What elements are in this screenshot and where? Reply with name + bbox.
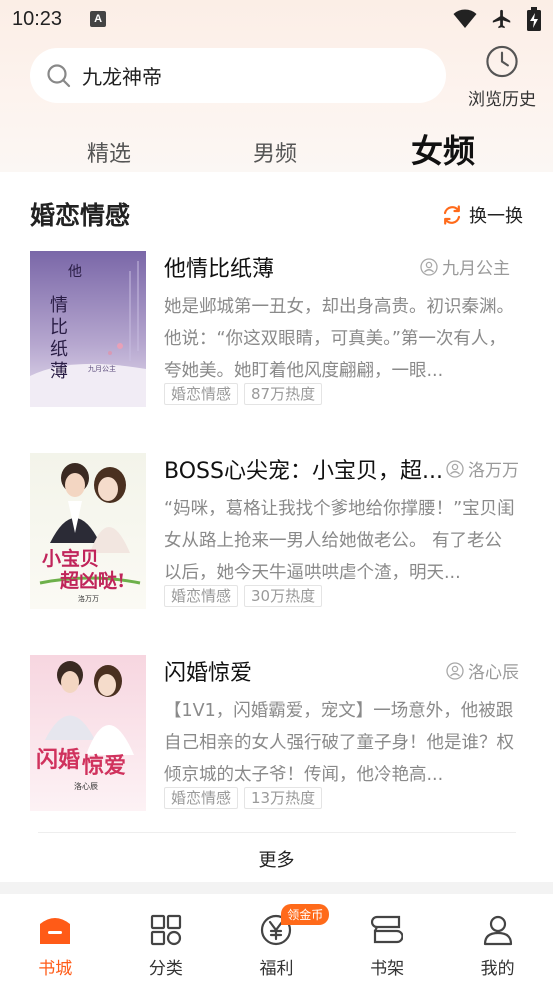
book-description: “妈咪，葛格让我找个爹地给你撑腰！”宝贝闺女从路上抢来一男人给她做老公。 有了老…	[164, 499, 515, 583]
book-title: 他情比纸薄	[164, 257, 275, 282]
genre-tag: 婚恋情感	[164, 787, 239, 809]
svg-text:比: 比	[50, 317, 68, 338]
book-item[interactable]: 他 情 比 纸 薄 九月公主 他情比纸薄 九月公主 她是邺城第一丑女，却出身高贵…	[0, 251, 553, 409]
svg-text:九月公主: 九月公主	[88, 364, 116, 373]
search-query: 九龙神帝	[82, 65, 162, 89]
svg-text:他: 他	[68, 264, 82, 280]
nav-bookshelf[interactable]: 书架	[332, 894, 443, 984]
refresh-button[interactable]: 换一换	[441, 202, 523, 228]
refresh-icon	[443, 205, 461, 225]
book-tags: 婚恋情感 13万热度	[164, 787, 323, 809]
book-cover: 小宝贝 超凶哒! 洛万万	[30, 453, 146, 609]
nav-category[interactable]: 分类	[111, 894, 222, 984]
bottom-navigation: 书城 分类 领金币 福利 书架 我的	[0, 894, 553, 984]
svg-text:小宝贝: 小宝贝	[42, 547, 99, 570]
author-icon	[420, 257, 438, 276]
svg-text:薄: 薄	[50, 361, 68, 382]
status-bar: 10:23 A	[0, 0, 553, 38]
book-author: 九月公主	[420, 254, 530, 279]
notification-icon: A	[90, 11, 107, 27]
category-icon	[150, 914, 181, 946]
history-label: 浏览历史	[468, 90, 536, 110]
battery-icon	[527, 7, 541, 31]
gold-coin-badge: 领金币	[281, 904, 330, 925]
nav-label: 书架	[370, 959, 405, 979]
svg-text:超凶哒!: 超凶哒!	[59, 569, 125, 592]
nav-label: 书城	[38, 959, 73, 979]
status-time: 10:23	[12, 7, 63, 30]
nav-welfare[interactable]: 领金币 福利	[221, 894, 332, 984]
nav-bookstore[interactable]: 书城	[0, 894, 111, 984]
svg-text:洛心辰: 洛心辰	[74, 781, 98, 791]
book-title: BOSS心尖宠：小宝贝，超...	[164, 459, 443, 484]
popularity-tag: 87万热度	[244, 383, 323, 405]
nav-profile[interactable]: 我的	[442, 894, 553, 984]
tab-female[interactable]: 女频	[411, 126, 475, 172]
tab-featured[interactable]: 精选	[87, 136, 131, 168]
clock-icon	[486, 45, 518, 78]
author-name: 洛万万	[468, 461, 519, 481]
book-author: 洛心辰	[446, 658, 536, 683]
wifi-icon	[453, 9, 477, 28]
refresh-label: 换一换	[469, 206, 523, 227]
svg-text:闪婚: 闪婚	[36, 747, 80, 773]
book-item[interactable]: 闪婚 惊爱 洛心辰 闪婚惊爱 洛心辰 【1V1，闪婚霸爱，宠文】一场意外，他被跟…	[0, 655, 553, 813]
more-button[interactable]: 更多	[0, 846, 553, 872]
book-description: 她是邺城第一丑女，却出身高贵。初识秦渊。他说：“你这双眼睛，可真美。”第一次有人…	[164, 297, 514, 381]
genre-tag: 婚恋情感	[164, 585, 239, 607]
nav-label: 我的	[480, 959, 515, 979]
book-tags: 婚恋情感 87万热度	[164, 383, 323, 405]
section-title: 婚恋情感	[30, 201, 131, 230]
svg-text:惊爱: 惊爱	[82, 753, 126, 779]
bookshelf-icon	[371, 915, 404, 944]
author-icon	[446, 459, 464, 478]
book-title: 闪婚惊爱	[164, 661, 253, 686]
svg-text:情: 情	[50, 295, 68, 316]
svg-text:洛万万: 洛万万	[78, 594, 99, 603]
nav-label: 分类	[148, 959, 183, 979]
genre-tag: 婚恋情感	[164, 383, 239, 405]
status-icons	[453, 7, 541, 31]
bookstore-icon	[40, 918, 71, 944]
author-name: 洛心辰	[468, 663, 519, 683]
divider	[38, 832, 516, 833]
tab-male[interactable]: 男频	[253, 136, 297, 168]
search-icon	[47, 63, 71, 87]
channel-tabs: 精选 男频 女频	[0, 120, 553, 172]
author-icon	[446, 661, 464, 680]
popularity-tag: 30万热度	[244, 585, 323, 607]
book-author: 洛万万	[446, 456, 536, 481]
profile-icon	[483, 915, 512, 946]
book-cover: 他 情 比 纸 薄 九月公主	[30, 251, 146, 407]
nav-label: 福利	[259, 959, 294, 979]
book-item[interactable]: 小宝贝 超凶哒! 洛万万 BOSS心尖宠：小宝贝，超... 洛万万 “妈咪，葛格…	[0, 453, 553, 611]
section-separator	[0, 882, 553, 894]
author-name: 九月公主	[442, 259, 510, 279]
book-description: 【1V1，闪婚霸爱，宠文】一场意外，他被跟自己相亲的女人强行破了童子身！他是谁？…	[164, 701, 514, 785]
search-input[interactable]: 九龙神帝	[30, 48, 446, 103]
book-section: 婚恋情感 换一换 他 情 比 纸 薄 九月公主 他情比纸薄 九月公主 她是邺城第…	[0, 180, 553, 880]
airplane-icon	[492, 9, 511, 29]
svg-text:纸: 纸	[50, 339, 68, 360]
history-button[interactable]: 浏览历史	[460, 44, 544, 110]
popularity-tag: 13万热度	[244, 787, 323, 809]
book-cover: 闪婚 惊爱 洛心辰	[30, 655, 146, 811]
book-tags: 婚恋情感 30万热度	[164, 585, 323, 607]
